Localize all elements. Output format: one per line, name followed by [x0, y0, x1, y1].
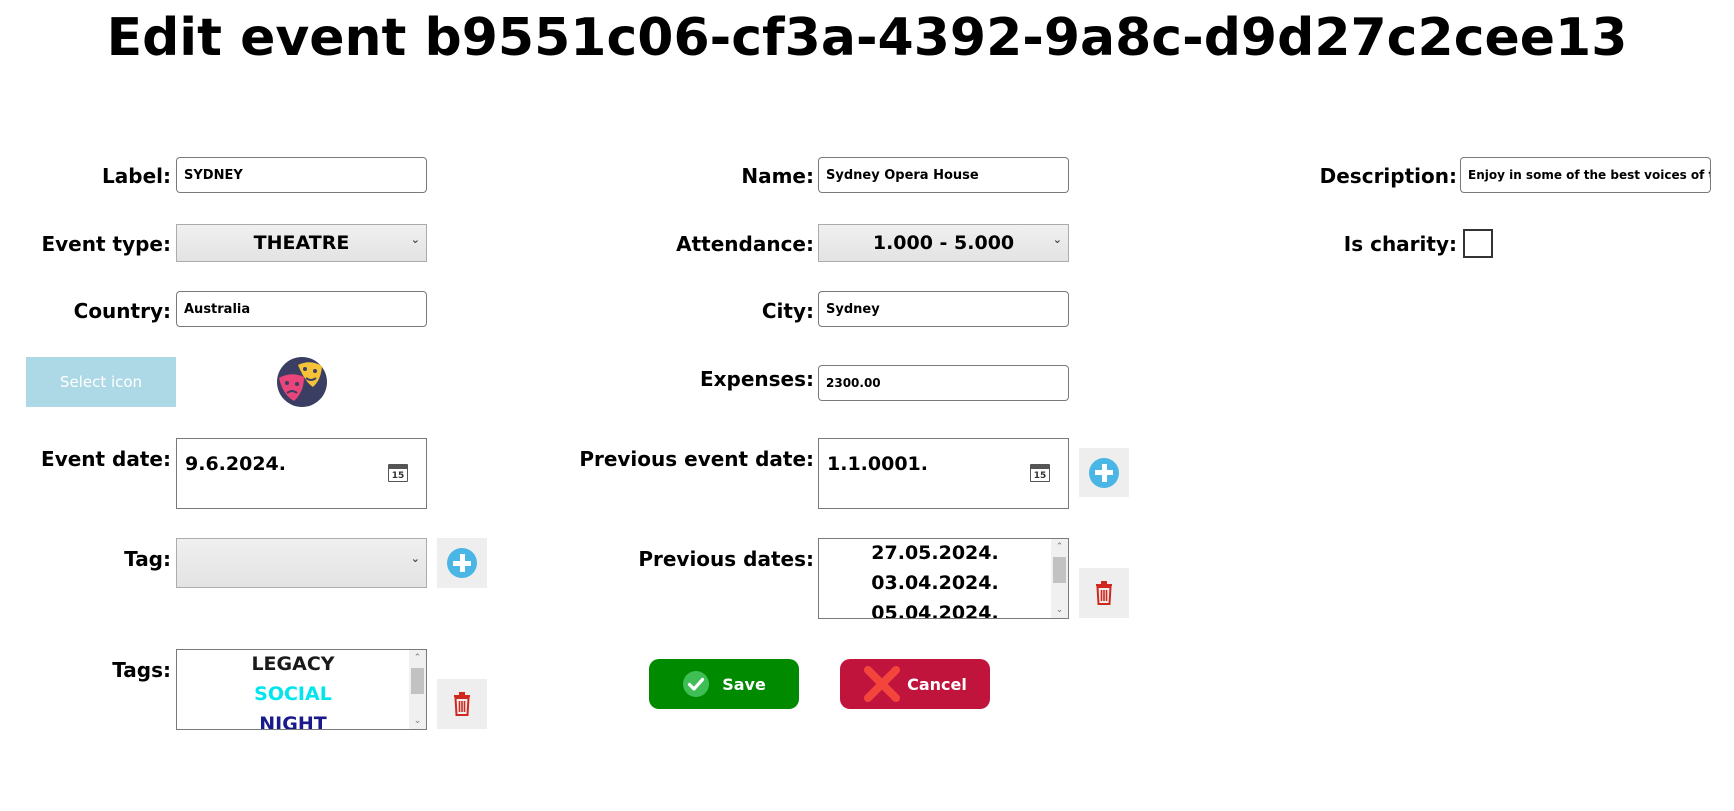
description-field-label: Description: — [1319, 164, 1457, 188]
plus-icon — [447, 548, 477, 578]
country-input[interactable]: Australia — [176, 291, 427, 327]
list-item[interactable]: 03.04.2024. — [819, 568, 1051, 598]
page-title: Edit event b9551c06-cf3a-4392-9a8c-d9d27… — [106, 8, 1628, 68]
attendance-field-label: Attendance: — [676, 232, 814, 256]
tags-field-label: Tags: — [112, 658, 171, 682]
previous-dates-list[interactable]: 27.05.2024. 03.04.2024. 05.04.2024. ⌃ ⌄ — [818, 538, 1069, 619]
is-charity-checkbox[interactable] — [1463, 229, 1493, 258]
event-date-field-label: Event date: — [41, 447, 171, 471]
label-field-label: Label: — [102, 164, 171, 188]
cancel-button[interactable]: Cancel — [840, 659, 990, 709]
trash-icon — [454, 692, 470, 716]
previous-event-date-field-label: Previous event date: — [579, 447, 814, 471]
trash-icon — [1096, 581, 1112, 605]
list-item[interactable]: LEGACY — [177, 650, 409, 679]
chevron-down-icon: ⌄ — [410, 233, 420, 246]
attendance-value: 1.000 - 5.000 — [872, 232, 1015, 254]
tag-select[interactable]: ⌄ — [176, 538, 427, 588]
chevron-up-icon[interactable]: ⌃ — [1051, 539, 1068, 555]
event-type-field-label: Event type: — [41, 232, 171, 256]
attendance-select[interactable]: 1.000 - 5.000 ⌄ — [818, 224, 1069, 262]
scrollbar[interactable]: ⌃ ⌄ — [409, 650, 426, 729]
close-icon — [864, 666, 901, 702]
tags-list[interactable]: LEGACY SOCIAL NIGHT ⌃ ⌄ — [176, 649, 427, 730]
list-item[interactable]: 27.05.2024. — [819, 539, 1051, 568]
expenses-field-label: Expenses: — [699, 367, 814, 391]
event-type-value: THEATRE — [253, 232, 350, 254]
theater-masks-icon — [276, 356, 328, 408]
name-input[interactable]: Sydney Opera House — [818, 157, 1069, 193]
calendar-icon[interactable]: 15 — [388, 464, 408, 482]
chevron-down-icon: ⌄ — [1052, 233, 1062, 246]
list-item[interactable]: SOCIAL — [177, 679, 409, 709]
list-item[interactable]: NIGHT — [177, 709, 409, 729]
scrollbar-thumb[interactable] — [1053, 557, 1066, 583]
label-input[interactable]: SYDNEY — [176, 157, 427, 193]
add-tag-button[interactable] — [437, 538, 487, 588]
country-field-label: Country: — [73, 299, 171, 323]
city-field-label: City: — [761, 299, 814, 323]
save-button-label: Save — [722, 674, 766, 694]
tag-field-label: Tag: — [124, 547, 171, 571]
expenses-input[interactable]: 2300.00 — [818, 365, 1069, 401]
event-type-select[interactable]: THEATRE ⌄ — [176, 224, 427, 262]
event-date-picker[interactable]: 9.6.2024. 15 — [176, 438, 427, 509]
save-button[interactable]: Save — [649, 659, 799, 709]
delete-previous-date-button[interactable] — [1079, 568, 1129, 618]
scrollbar-thumb[interactable] — [411, 668, 424, 694]
previous-event-date-picker[interactable]: 1.1.0001. 15 — [818, 438, 1069, 509]
name-field-label: Name: — [741, 164, 814, 188]
list-item[interactable]: 05.04.2024. — [819, 598, 1051, 618]
delete-tag-button[interactable] — [437, 679, 487, 729]
cancel-button-label: Cancel — [907, 674, 967, 694]
checkmark-icon — [683, 671, 710, 697]
calendar-icon[interactable]: 15 — [1030, 464, 1050, 482]
previous-dates-field-label: Previous dates: — [638, 547, 814, 571]
chevron-down-icon: ⌄ — [410, 552, 420, 565]
scrollbar[interactable]: ⌃ ⌄ — [1051, 539, 1068, 618]
select-icon-button[interactable]: Select icon — [26, 357, 176, 407]
add-previous-date-button[interactable] — [1079, 448, 1129, 497]
chevron-up-icon[interactable]: ⌃ — [409, 650, 426, 666]
description-input[interactable]: Enjoy in some of the best voices of the … — [1460, 157, 1711, 193]
chevron-down-icon[interactable]: ⌄ — [1051, 602, 1068, 618]
chevron-down-icon[interactable]: ⌄ — [409, 713, 426, 729]
plus-icon — [1089, 457, 1119, 488]
is-charity-field-label: Is charity: — [1343, 232, 1457, 256]
event-date-value: 9.6.2024. — [185, 453, 286, 475]
previous-event-date-value: 1.1.0001. — [827, 453, 928, 475]
city-input[interactable]: Sydney — [818, 291, 1069, 327]
